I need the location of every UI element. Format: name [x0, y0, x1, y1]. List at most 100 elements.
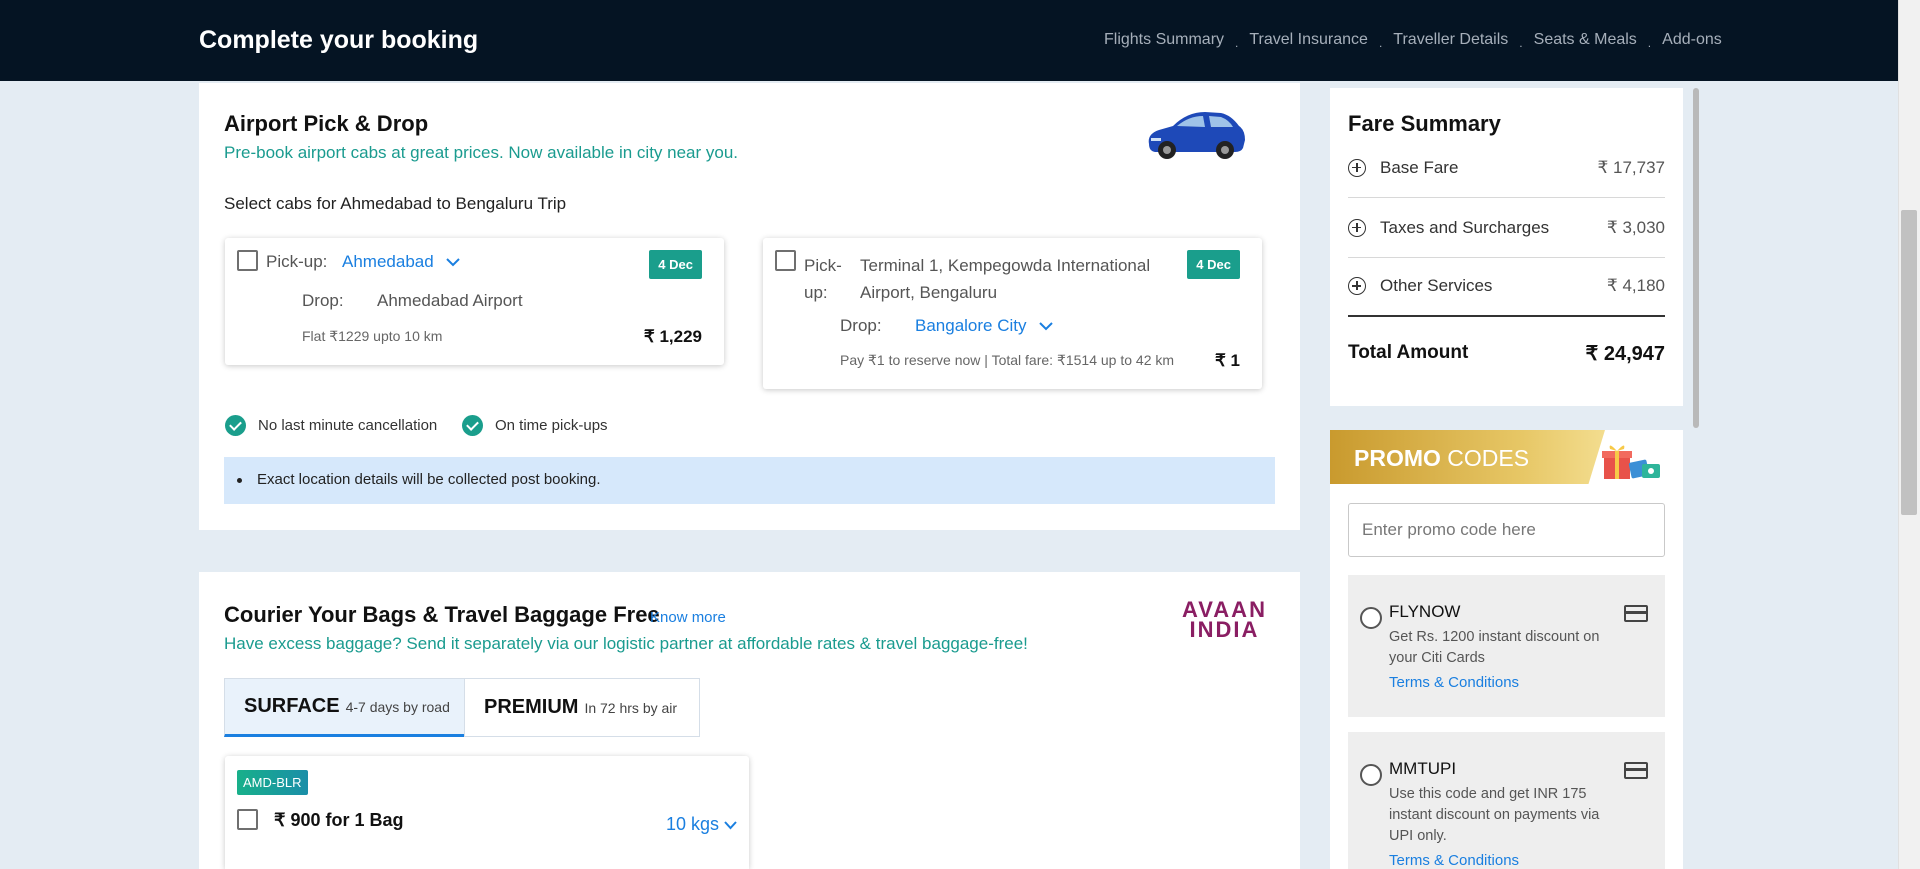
step-separator: . [1235, 36, 1239, 50]
pickup-city-dropdown[interactable]: Ahmedabad [342, 252, 461, 272]
drop-city-dropdown[interactable]: Bangalore City [915, 316, 1053, 336]
tab-name: PREMIUM [484, 696, 579, 718]
fare-value: ₹ 3,030 [1606, 217, 1665, 237]
step-separator: . [1378, 36, 1383, 50]
drop-label: Drop: [840, 316, 882, 335]
step-seats-meals[interactable]: Seats & Meals [1534, 31, 1637, 49]
promo-title-bold: PROMO [1354, 445, 1441, 471]
check-circle-icon [225, 415, 246, 436]
location-info-bar: Exact location details will be collected… [224, 457, 1275, 504]
feature-no-cancellation: No last minute cancellation [225, 415, 437, 436]
promo-code: MMTUPI [1389, 759, 1457, 778]
drop-value: Ahmedabad Airport [377, 291, 523, 310]
weight-dropdown[interactable]: 10 kgs [666, 814, 737, 835]
chevron-down-icon [446, 258, 461, 267]
fare-row-other[interactable]: Other Services ₹ 4,180 [1348, 257, 1665, 317]
promo-radio[interactable] [1360, 764, 1382, 786]
chevron-down-icon [724, 821, 737, 830]
avaan-india-logo: AVAAN INDIA [1182, 599, 1267, 642]
total-label: Total Amount [1348, 342, 1469, 363]
promo-radio[interactable] [1360, 607, 1382, 629]
expand-plus-icon[interactable] [1348, 277, 1366, 295]
total-value: ₹ 24,947 [1585, 343, 1665, 365]
feature-on-time: On time pick-ups [462, 415, 608, 436]
tab-name: SURFACE [244, 695, 340, 717]
step-separator: . [1647, 36, 1652, 50]
pickup-label: Pick-up: [266, 252, 328, 271]
courier-subtitle: Have excess baggage? Send it separately … [224, 634, 1028, 653]
step-traveller-details[interactable]: Traveller Details [1393, 31, 1508, 49]
bag-option[interactable]: AMD-BLR ₹ 900 for 1 Bag 10 kgs [225, 756, 749, 869]
promo-title-light: CODES [1447, 445, 1530, 471]
expand-plus-icon[interactable] [1348, 218, 1366, 237]
cab-option-checkbox[interactable] [775, 250, 796, 271]
promo-description: Use this code and get INR 175 instant di… [1389, 786, 1600, 844]
credit-card-icon [1624, 605, 1648, 622]
fare-row-base[interactable]: Base Fare ₹ 17,737 [1348, 138, 1665, 198]
fare-label: Other Services [1380, 276, 1493, 295]
feature-label: On time pick-ups [495, 417, 608, 434]
know-more-link[interactable]: Know more [650, 609, 726, 626]
bullet-icon [237, 478, 242, 483]
cab-date-badge: 4 Dec [1187, 250, 1240, 279]
feature-label: No last minute cancellation [258, 417, 438, 434]
pickup-label: Pick- up: [804, 252, 842, 306]
car-icon [1148, 112, 1245, 159]
drop-city-value: Bangalore City [915, 316, 1027, 335]
tab-premium[interactable]: PREMIUM In 72 hrs by air [464, 678, 700, 737]
cab-option-bangalore[interactable]: Pick- up: Terminal 1, Kempegowda Interna… [763, 238, 1262, 389]
expand-plus-icon[interactable] [1348, 158, 1366, 177]
airport-cab-subtitle: Pre-book airport cabs at great prices. N… [224, 143, 739, 162]
airport-cab-title: Airport Pick & Drop [224, 111, 429, 136]
sidebar-scrollbar[interactable] [1693, 88, 1699, 428]
pickup-address-line1: Terminal 1, Kempegowda International [860, 256, 1151, 275]
courier-card: Courier Your Bags & Travel Baggage Free … [199, 572, 1300, 869]
pickup-address: Terminal 1, Kempegowda International Air… [860, 252, 1150, 306]
bag-checkbox[interactable] [237, 809, 258, 830]
pickup-label-line2: up: [804, 283, 828, 302]
promo-option-flynow[interactable]: FLYNOW Get Rs. 1200 instant discount on … [1348, 575, 1665, 717]
promo-description: Get Rs. 1200 instant discount on your Ci… [1389, 629, 1600, 666]
fare-label: Base Fare [1380, 157, 1459, 177]
promo-option-mmtupi[interactable]: MMTUPI Use this code and get INR 175 ins… [1348, 732, 1665, 869]
fare-row-taxes[interactable]: Taxes and Surcharges ₹ 3,030 [1348, 198, 1665, 258]
step-travel-insurance[interactable]: Travel Insurance [1249, 31, 1368, 49]
fare-summary-title: Fare Summary [1348, 111, 1501, 136]
terms-link[interactable]: Terms & Conditions [1389, 852, 1519, 869]
cab-fare-note: Flat ₹1229 upto 10 km [302, 328, 443, 344]
credit-card-icon [1624, 762, 1648, 779]
top-header: Complete your booking Flights Summary . … [0, 0, 1898, 81]
cab-option-ahmedabad[interactable]: Pick-up: Ahmedabad 4 Dec Drop: Ahmedabad… [225, 238, 724, 365]
page-scrollbar-thumb[interactable] [1901, 210, 1917, 515]
logo-line2: INDIA [1189, 617, 1260, 642]
step-separator: . [1519, 36, 1523, 50]
courier-title: Courier Your Bags & Travel Baggage Free [224, 602, 660, 627]
cab-price: ₹ 1,229 [643, 327, 702, 346]
gift-icon [1602, 445, 1660, 479]
check-circle-icon [462, 415, 483, 436]
pickup-label-line1: Pick- [804, 256, 842, 275]
airport-cab-card: Airport Pick & Drop Pre-book airport cab… [199, 83, 1300, 530]
page-title: Complete your booking [199, 26, 479, 54]
booking-steps: Flights Summary . Travel Insurance . Tra… [1104, 31, 1722, 50]
promo-code-input[interactable] [1348, 503, 1665, 557]
route-badge: AMD-BLR [237, 770, 308, 795]
fare-value: ₹ 17,737 [1597, 157, 1665, 177]
step-flights-summary[interactable]: Flights Summary [1104, 31, 1224, 49]
promo-title: PROMO CODES [1354, 445, 1529, 472]
pickup-address-line2: Airport, Bengaluru [860, 283, 998, 302]
fare-summary-card: Fare Summary Base Fare ₹ 17,737 Taxes an… [1330, 88, 1683, 406]
fare-value: ₹ 4,180 [1606, 276, 1665, 295]
cab-select-label: Select cabs for Ahmedabad to Bengaluru T… [224, 194, 567, 213]
cab-option-checkbox[interactable] [237, 250, 258, 271]
drop-label: Drop: [302, 291, 344, 310]
cab-price: ₹ 1 [1215, 351, 1240, 370]
weight-value: 10 kgs [665, 814, 719, 834]
chevron-down-icon [1039, 322, 1053, 331]
tab-surface[interactable]: SURFACE 4-7 days by road [224, 678, 465, 737]
promo-card: PROMO CODES FLYNOW Get Rs. 1200 instant … [1330, 430, 1683, 869]
info-text: Exact location details will be collected… [257, 471, 601, 488]
terms-link[interactable]: Terms & Conditions [1389, 674, 1519, 691]
pickup-city-value: Ahmedabad [342, 252, 434, 271]
step-add-ons[interactable]: Add-ons [1662, 31, 1722, 49]
